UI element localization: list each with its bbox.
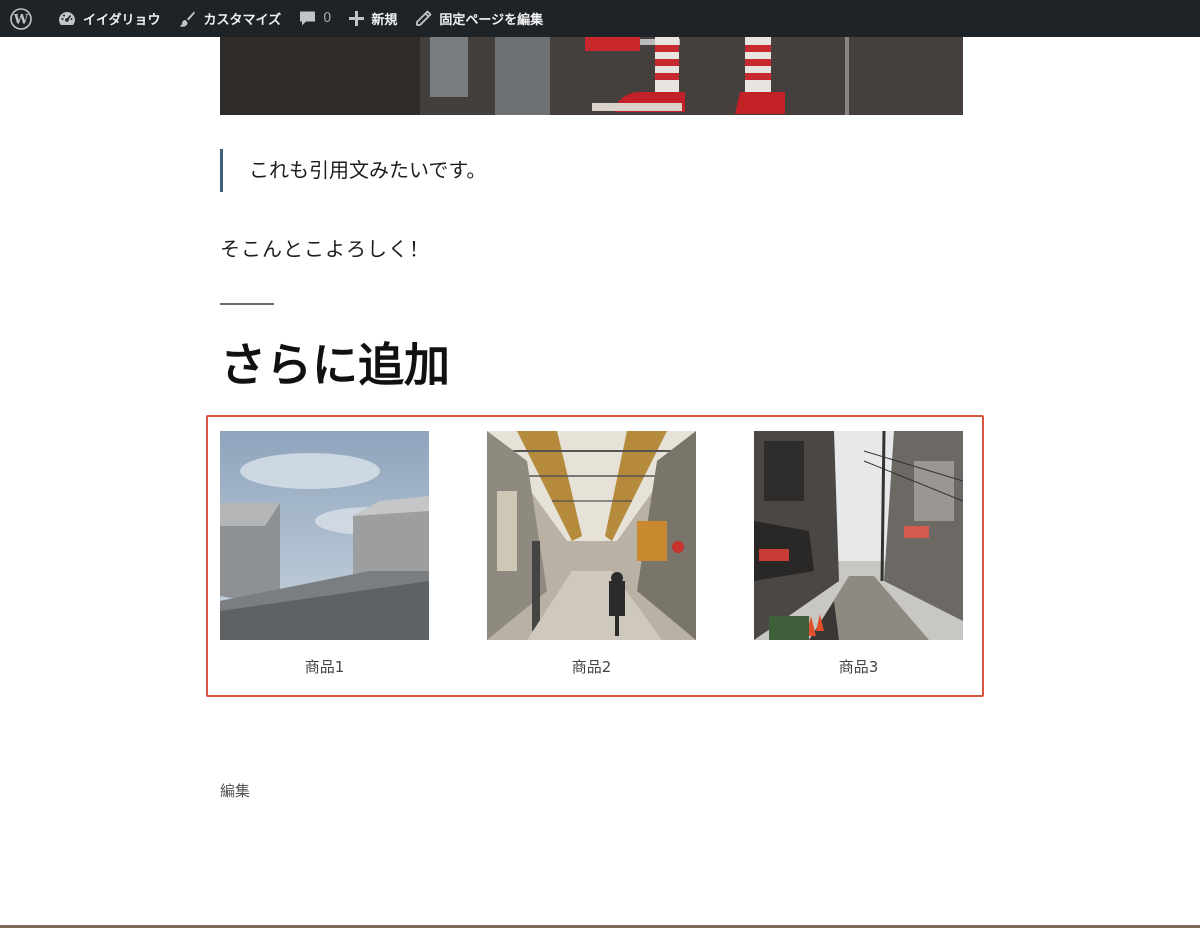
pencil-icon xyxy=(416,10,432,26)
quote-text: これも引用文みたいです。 xyxy=(249,158,487,182)
new-label: 新規 xyxy=(371,13,398,28)
gallery-image-3 xyxy=(754,431,963,640)
dashboard-gauge-icon xyxy=(59,11,75,25)
section-heading: さらに追加 xyxy=(220,338,450,392)
admin-bar: W イイダリョウ カスタマイズ 0 新規 固定ページを編集 xyxy=(0,0,1200,37)
edit-page-menu[interactable]: 固定ページを編集 xyxy=(406,0,552,37)
plus-icon xyxy=(349,11,365,26)
separator xyxy=(220,303,274,305)
gallery-item-3[interactable]: 商品3 xyxy=(754,431,963,677)
gallery-item-2[interactable]: 商品2 xyxy=(487,431,696,677)
gallery-caption-1: 商品1 xyxy=(304,658,345,676)
paragraph-text: そこんとこよろしく！ xyxy=(220,237,430,261)
paintbrush-icon xyxy=(179,11,196,27)
gallery-image-2 xyxy=(487,431,696,640)
edit-post-link[interactable]: 編集 xyxy=(220,780,250,801)
featured-image xyxy=(220,37,963,115)
gallery-caption-2: 商品2 xyxy=(571,658,612,676)
block-quote: これも引用文みたいです。 xyxy=(220,149,486,192)
customize-menu[interactable]: カスタマイズ xyxy=(169,0,290,37)
gallery-item-1[interactable]: 商品1 xyxy=(220,431,429,677)
comment-bubble-icon xyxy=(300,11,316,26)
svg-text:W: W xyxy=(13,12,29,27)
edit-page-label: 固定ページを編集 xyxy=(439,13,544,28)
gallery-image-1 xyxy=(220,431,429,640)
customize-label: カスタマイズ xyxy=(203,13,282,28)
site-name-menu[interactable]: イイダリョウ xyxy=(49,0,169,37)
gallery-caption-3: 商品3 xyxy=(838,658,879,676)
wordpress-logo-menu[interactable]: W xyxy=(6,0,49,37)
new-content-menu[interactable]: 新規 xyxy=(340,0,406,37)
site-name-label: イイダリョウ xyxy=(83,13,161,28)
comments-menu[interactable]: 0 xyxy=(290,0,340,37)
comments-count: 0 xyxy=(323,11,332,26)
wordpress-logo-icon: W xyxy=(10,7,32,30)
